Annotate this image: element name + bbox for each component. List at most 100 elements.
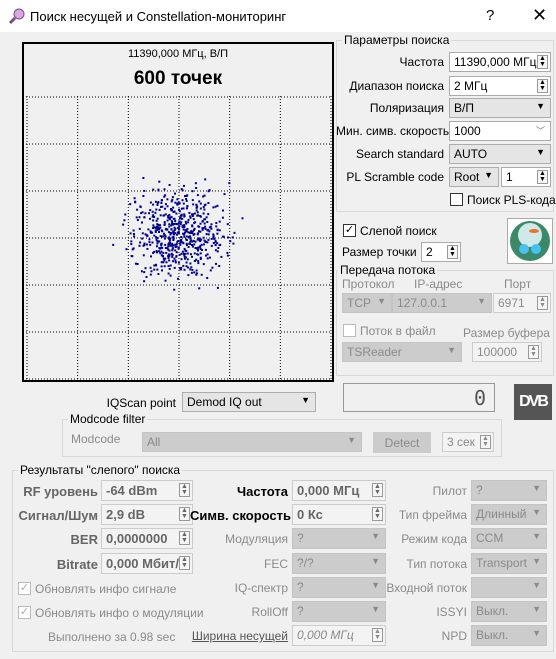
constellation-point <box>132 229 135 232</box>
close-button[interactable]: ✕ <box>532 5 547 26</box>
constellation-point <box>202 206 205 209</box>
constellation-point <box>173 222 176 225</box>
blind-search-checkbox[interactable]: ✓ <box>343 224 356 237</box>
spin-icon[interactable]: ▲ ▼ <box>528 345 539 359</box>
std-select[interactable]: AUTO ▼ <box>449 144 551 164</box>
iqscan-select[interactable]: Demod IQ out ▼ <box>182 392 316 412</box>
constellation-point <box>164 247 167 249</box>
constellation-point <box>204 227 207 230</box>
pls-search-checkbox[interactable] <box>450 193 463 206</box>
constellation-point <box>193 227 196 230</box>
bw-result-label[interactable]: Ширина несущей <box>190 629 288 643</box>
constellation-point <box>233 231 236 234</box>
constellation-point <box>184 220 187 223</box>
constellation-point <box>202 243 205 246</box>
constellation-point <box>185 256 187 259</box>
npd-select: Выкл. ▼ <box>471 625 547 646</box>
spin-icon[interactable]: ▲ ▼ <box>537 79 548 93</box>
detect-button[interactable]: Detect <box>373 432 431 453</box>
constellation-point <box>142 254 145 257</box>
constellation-point <box>174 201 177 204</box>
constellation-point <box>173 226 176 229</box>
minsr-select[interactable]: 1000 ﹀ <box>449 121 551 141</box>
dropdown-arrow-icon: ▼ <box>532 556 541 566</box>
constellation-point <box>185 198 188 200</box>
range-input[interactable]: 2 МГц ▲ ▼ <box>449 76 551 96</box>
spin-icon[interactable]: ▲ ▼ <box>480 435 491 449</box>
minsr-value: 1000 <box>454 124 481 138</box>
spin-icon[interactable]: ▲ ▼ <box>447 245 458 259</box>
constellation-point <box>180 207 183 210</box>
spin-icon[interactable]: ▲ ▼ <box>537 55 548 69</box>
blind-search-label: Слепой поиск <box>360 224 437 238</box>
tofile-checkbox[interactable] <box>343 324 356 337</box>
ip-select[interactable]: 127.0.0.1 ▼ <box>392 293 492 313</box>
pls-value-input[interactable]: 1 ▲ ▼ <box>501 167 551 187</box>
spin-icon[interactable]: ▲ ▼ <box>179 556 190 570</box>
bitrate-label: Bitrate <box>56 557 98 572</box>
dropdown-arrow-icon: ▼ <box>532 604 541 614</box>
modcode-label: Modcode <box>71 432 121 446</box>
constellation-point <box>156 242 159 245</box>
spin-icon[interactable]: ▲ ▼ <box>179 507 190 521</box>
constellation-point <box>179 223 182 226</box>
constellation-point <box>148 212 151 215</box>
help-button[interactable]: ? <box>486 7 494 24</box>
dropdown-arrow-icon: ▼ <box>447 345 456 355</box>
reader-select[interactable]: TSReader ▼ <box>342 342 462 362</box>
logo-image <box>507 218 553 264</box>
dropdown-arrow-icon: ▼ <box>484 170 493 180</box>
constellation-point <box>164 257 167 260</box>
spin-icon[interactable]: ▲ ▼ <box>179 531 190 545</box>
constellation-point <box>133 197 136 200</box>
constellation-point <box>149 273 152 276</box>
pol-select[interactable]: В/П ▼ <box>449 98 551 118</box>
timeout-input[interactable]: 3 сек ▲ ▼ <box>442 432 494 452</box>
modcode-select[interactable]: All ▼ <box>142 432 362 452</box>
constellation-point <box>149 201 152 204</box>
constellation-point <box>153 234 156 237</box>
spin-icon[interactable]: ▲ ▼ <box>537 170 548 184</box>
pilot-select: ? ▼ <box>471 480 547 501</box>
constellation-point <box>158 208 161 211</box>
constellation-point <box>169 274 172 277</box>
constellation-point <box>171 247 174 250</box>
constellation-point <box>201 220 204 222</box>
sr-result-label: Симв. скорость <box>190 508 292 523</box>
proto-select[interactable]: TCP ▼ <box>342 293 392 313</box>
buffer-input[interactable]: 100000 ▲ ▼ <box>472 342 542 362</box>
constellation-point <box>192 233 195 236</box>
constellation-point <box>199 240 202 243</box>
port-input[interactable]: 6971 ▲ ▼ <box>493 293 551 313</box>
constellation-point <box>155 219 158 222</box>
constellation-point <box>175 251 178 254</box>
bw-result-value: 0,000 МГц <box>297 628 354 642</box>
constellation-point <box>216 286 219 289</box>
update-mod-checkbox[interactable]: ✓ <box>18 606 31 619</box>
constellation-point <box>163 188 166 191</box>
stype-label: Тип потока <box>406 557 467 571</box>
constellation-point <box>143 189 146 192</box>
spin-icon[interactable]: ▲ ▼ <box>537 296 548 310</box>
iqscan-value: Demod IQ out <box>187 395 262 409</box>
freq-input[interactable]: 11390,000 МГц ▲ ▼ <box>449 52 551 72</box>
constellation-point <box>191 225 194 228</box>
constellation-point <box>173 288 176 291</box>
update-signal-checkbox[interactable]: ✓ <box>18 582 31 595</box>
constellation-point <box>158 227 161 230</box>
constellation-point <box>207 233 210 236</box>
pls-mode-select[interactable]: Root ▼ <box>449 167 499 187</box>
spin-icon[interactable]: ▲ ▼ <box>179 483 190 497</box>
constellation-point <box>203 222 206 225</box>
constellation-point <box>232 242 235 245</box>
constellation-point <box>130 243 133 246</box>
buffer-label: Размер буфера <box>463 326 550 340</box>
iqscan-label: IQScan point <box>106 396 176 410</box>
constellation-point <box>199 202 202 205</box>
constellation-point <box>163 259 166 262</box>
constellation-point <box>199 207 202 210</box>
constellation-point <box>190 266 193 269</box>
constellation-point <box>152 219 155 222</box>
constellation-point <box>125 248 128 251</box>
dot-size-input[interactable]: 2 ▲ ▼ <box>421 242 461 262</box>
